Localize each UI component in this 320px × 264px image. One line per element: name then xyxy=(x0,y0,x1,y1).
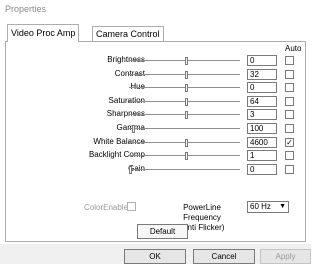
auto-column-header: Auto xyxy=(285,44,302,53)
gamma-auto-checkbox[interactable] xyxy=(285,124,294,133)
white-balance-slider-thumb[interactable] xyxy=(185,139,188,147)
gamma-value-field[interactable]: 100 xyxy=(247,123,277,134)
apply-button[interactable]: Apply xyxy=(260,249,311,264)
powerline-frequency-label-line1: PowerLine Frequency xyxy=(183,203,221,222)
contrast-value-field[interactable]: 32 xyxy=(247,69,277,80)
tab-camera-control[interactable]: Camera Control xyxy=(92,26,164,41)
cancel-button[interactable]: Cancel xyxy=(193,249,255,264)
gain-auto-checkbox[interactable] xyxy=(285,165,294,174)
contrast-auto-checkbox[interactable] xyxy=(285,70,294,79)
white-balance-auto-checkbox[interactable]: ✓ xyxy=(285,138,294,147)
backlight-comp-auto-checkbox[interactable] xyxy=(285,151,294,160)
brightness-slider-thumb[interactable] xyxy=(185,57,188,65)
brightness-value-field[interactable]: 0 xyxy=(247,55,277,66)
saturation-value-field[interactable]: 64 xyxy=(247,96,277,107)
contrast-slider-thumb[interactable] xyxy=(185,71,188,79)
gamma-slider-thumb[interactable] xyxy=(132,125,135,133)
ok-button[interactable]: OK xyxy=(124,249,186,264)
gain-slider-track[interactable] xyxy=(129,169,240,170)
powerline-frequency-value: 60 Hz xyxy=(250,202,271,211)
backlight-comp-value-field[interactable]: 1 xyxy=(247,150,277,161)
colorenable-label: ColorEnable xyxy=(84,203,129,212)
gamma-slider-track[interactable] xyxy=(129,128,240,129)
white-balance-value-field[interactable]: 4600 xyxy=(247,137,277,148)
gain-slider-thumb[interactable] xyxy=(129,166,132,174)
dropdown-arrow-icon: ▼ xyxy=(279,203,286,210)
colorenable-checkbox[interactable] xyxy=(127,202,136,211)
hue-value-field[interactable]: 0 xyxy=(247,82,277,93)
saturation-auto-checkbox[interactable] xyxy=(285,97,294,106)
sharpness-slider-thumb[interactable] xyxy=(185,111,188,119)
brightness-auto-checkbox[interactable] xyxy=(285,56,294,65)
sharpness-value-field[interactable]: 3 xyxy=(247,109,277,120)
tab-video-proc-amp[interactable]: Video Proc Amp xyxy=(7,24,80,42)
gain-value-field[interactable]: 0 xyxy=(247,164,277,175)
window-title: Properties xyxy=(5,4,47,14)
hue-slider-thumb[interactable] xyxy=(185,84,188,92)
sharpness-auto-checkbox[interactable] xyxy=(285,110,294,119)
backlight-comp-slider-thumb[interactable] xyxy=(185,152,188,160)
saturation-slider-thumb[interactable] xyxy=(185,98,188,106)
powerline-frequency-select[interactable]: 60 Hz ▼ xyxy=(247,201,289,213)
default-button[interactable]: Default xyxy=(137,224,188,239)
hue-auto-checkbox[interactable] xyxy=(285,83,294,92)
